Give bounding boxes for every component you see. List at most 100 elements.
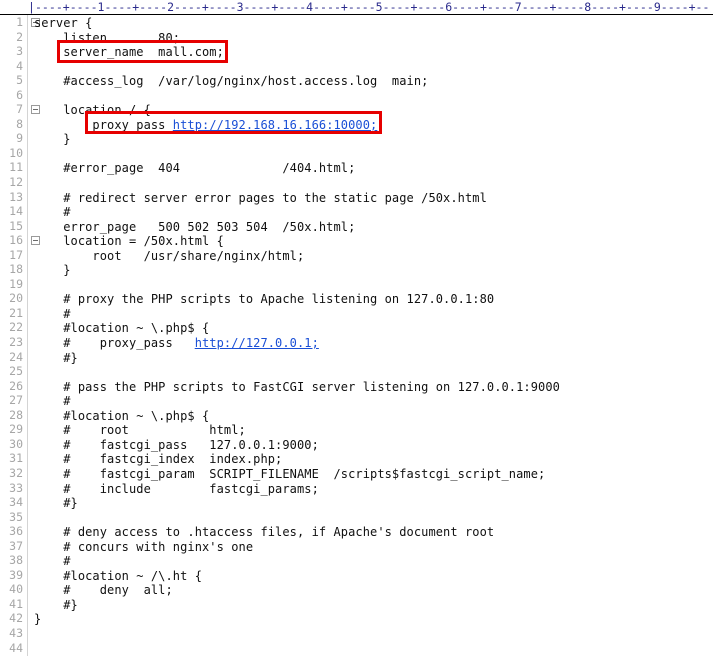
code-text: # root html; [34,423,246,438]
code-line[interactable]: # root html; [34,423,713,438]
code-text: listen 80; [34,30,181,45]
code-line[interactable] [34,627,713,642]
code-line[interactable] [34,147,713,162]
code-text: proxy_pass [34,117,173,132]
code-line[interactable]: # pass the PHP scripts to FastCGI server… [34,380,713,395]
code-text: # redirect server error pages to the sta… [34,190,487,205]
line-number: 43 [9,625,23,640]
code-line[interactable]: } [34,263,713,278]
code-text: #} [34,496,78,511]
line-number: 23 [9,335,23,350]
code-line[interactable]: server { [34,16,713,31]
code-text: # proxy_pass [34,336,195,351]
code-text: root /usr/share/nginx/html; [34,248,305,263]
code-line[interactable] [34,278,713,293]
line-number: 21 [9,305,23,320]
code-line[interactable]: #} [34,496,713,511]
code-text: # concurs with nginx's one [34,539,254,554]
code-line[interactable]: # fastcgi_pass 127.0.0.1:9000; [34,438,713,453]
code-line[interactable]: server_name mall.com; [34,45,713,60]
line-number: 4 [16,58,23,73]
line-number: 10 [9,145,23,160]
line-number: 30 [9,436,23,451]
code-editor[interactable]: |----+----1----+----2----+----3----+----… [0,0,713,656]
code-line[interactable]: # fastcgi_index index.php; [34,452,713,467]
line-number: 31 [9,451,23,466]
code-line[interactable]: # deny access to .htaccess files, if Apa… [34,525,713,540]
line-number: 17 [9,247,23,262]
code-line[interactable]: #location ~ \.php$ { [34,321,713,336]
code-line[interactable]: # [34,307,713,322]
code-line[interactable]: # proxy_pass http://127.0.0.1; [34,336,713,351]
line-number: 26 [9,378,23,393]
code-line[interactable] [34,176,713,191]
code-line[interactable]: location = /50x.html { [34,234,713,249]
line-number: 41 [9,596,23,611]
line-number: 35 [9,509,23,524]
code-text-area[interactable]: server { listen 80; server_name mall.com… [34,16,713,656]
code-line[interactable]: #access_log /var/log/nginx/host.access.l… [34,74,713,89]
code-line[interactable]: proxy_pass http://192.168.16.166:10000; [34,118,713,133]
line-number: 44 [9,640,23,655]
code-line[interactable] [34,642,713,656]
code-line[interactable]: #} [34,598,713,613]
code-line[interactable]: # [34,205,713,220]
code-text: # fastcgi_param SCRIPT_FILENAME /scripts… [34,466,546,481]
code-text: # deny all; [34,583,173,598]
code-text: # deny access to .htaccess files, if Apa… [34,525,495,540]
line-number: 15 [9,218,23,233]
code-line[interactable]: # fastcgi_param SCRIPT_FILENAME /scripts… [34,467,713,482]
line-number: 2 [16,29,23,44]
code-line[interactable]: #} [34,351,713,366]
column-ruler-text: |----+----1----+----2----+----3----+----… [28,0,710,14]
line-number: 1 [16,15,23,29]
line-number: 3 [16,44,23,59]
code-line[interactable] [34,89,713,104]
url-link[interactable]: http://127.0.0.1; [195,336,319,350]
code-line[interactable]: #error_page 404 /404.html; [34,161,713,176]
line-number: 32 [9,465,23,480]
code-line[interactable]: #location ~ \.php$ { [34,409,713,424]
code-line[interactable]: root /usr/share/nginx/html; [34,249,713,264]
line-number: 37 [9,538,23,553]
code-line[interactable] [34,511,713,526]
code-text: server { [34,16,93,30]
line-number: 14 [9,204,23,219]
code-text: # include fastcgi_params; [34,481,319,496]
code-line[interactable]: # [34,394,713,409]
code-line[interactable]: listen 80; [34,31,713,46]
line-number: 22 [9,320,23,335]
line-number: 18 [9,262,23,277]
code-line[interactable]: error_page 500 502 503 504 /50x.html; [34,220,713,235]
code-line[interactable]: } [34,132,713,147]
line-number: 19 [9,276,23,291]
code-line[interactable]: } [34,612,713,627]
code-text: # [34,306,71,321]
column-ruler: |----+----1----+----2----+----3----+----… [0,0,713,15]
code-text: } [34,263,71,278]
line-number: 33 [9,480,23,495]
code-line[interactable]: #location ~ /\.ht { [34,569,713,584]
code-text: location = /50x.html { [34,234,224,249]
line-number: 40 [9,582,23,597]
code-text: #location ~ /\.ht { [34,568,203,583]
code-line[interactable]: location / { [34,103,713,118]
code-text: #} [34,350,78,365]
code-line[interactable]: # redirect server error pages to the sta… [34,191,713,206]
url-link[interactable]: http://192.168.16.166:10000; [173,118,378,132]
line-number: 20 [9,291,23,306]
code-line[interactable]: # [34,554,713,569]
code-text: server_name mall.com; [34,45,224,60]
code-line[interactable] [34,365,713,380]
code-line[interactable]: # concurs with nginx's one [34,540,713,555]
code-line[interactable]: # deny all; [34,583,713,598]
code-line[interactable]: # proxy the PHP scripts to Apache listen… [34,292,713,307]
code-text: #error_page 404 /404.html; [34,161,356,176]
code-line[interactable]: # include fastcgi_params; [34,482,713,497]
code-line[interactable] [34,60,713,75]
line-number: 36 [9,524,23,539]
line-number: 6 [16,87,23,102]
code-text: } [34,132,71,147]
code-text: # [34,554,71,569]
code-text: #location ~ \.php$ { [34,408,210,423]
